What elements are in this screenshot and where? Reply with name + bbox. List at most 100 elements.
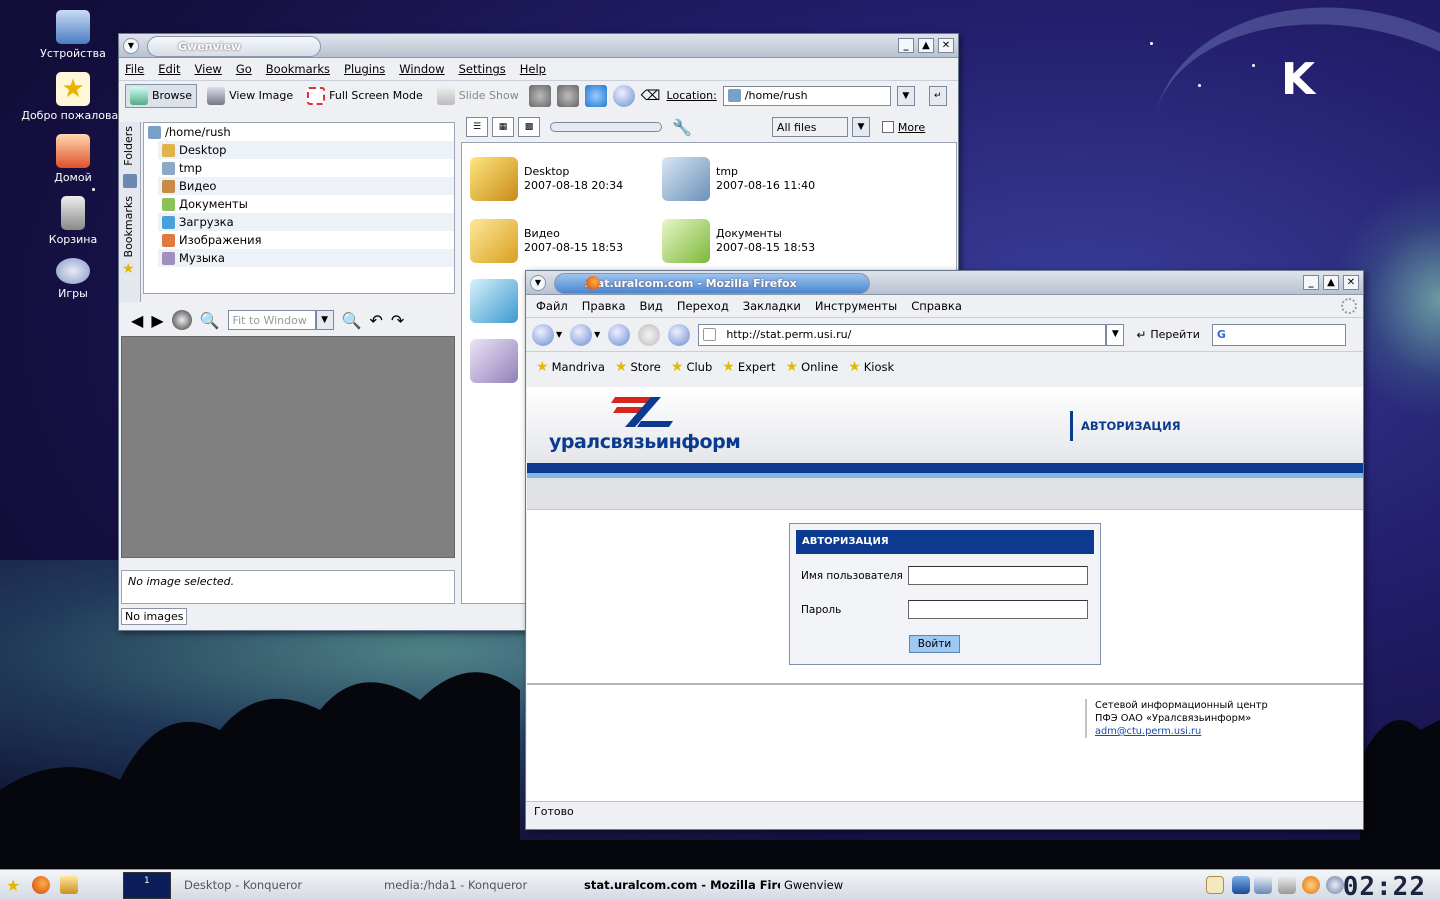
menu-view[interactable]: Вид [640, 299, 663, 313]
tab-folders[interactable]: Folders [119, 122, 138, 170]
bookmark-online[interactable]: ★ Online [786, 359, 839, 375]
forward-history-dropdown[interactable]: ▼ [594, 330, 600, 339]
desktop-icon-games[interactable]: Игры [18, 258, 128, 300]
minimize-button[interactable]: _ [1303, 275, 1319, 290]
menu-file[interactable]: Файл [536, 299, 568, 313]
help-icon[interactable] [1302, 876, 1320, 894]
task-firefox[interactable]: stat.uralcom.com - Mozilla Firefo [584, 878, 780, 892]
tree-item[interactable]: tmp [158, 159, 454, 177]
location-input[interactable]: /home/rush [722, 85, 891, 106]
list-view-icon[interactable]: ☰ [466, 117, 488, 137]
file-item[interactable]: tmp 2007-08-16 11:40 [662, 157, 815, 201]
more-checkbox[interactable] [881, 121, 894, 133]
desktop-icon-trash[interactable]: Корзина [18, 196, 128, 246]
tree-root[interactable]: /home/rush [144, 123, 454, 141]
tab-bookmarks[interactable]: Bookmarks [119, 192, 138, 261]
file-filter-dropdown[interactable]: ▼ [851, 117, 870, 137]
minimize-button[interactable]: _ [898, 38, 914, 53]
file-item[interactable] [470, 339, 518, 383]
task-media-konqueror[interactable]: media:/hda1 - Konqueror [384, 878, 527, 892]
stop-icon[interactable] [638, 323, 661, 346]
thumbnail-size-slider[interactable] [550, 122, 662, 132]
tree-item[interactable]: Документы [158, 195, 454, 213]
task-gwenview[interactable]: Gwenview [784, 878, 843, 892]
window-menu-button[interactable]: ▼ [123, 38, 139, 54]
reload-icon[interactable] [608, 323, 631, 346]
up-arrow-icon[interactable] [584, 84, 607, 107]
maximize-button[interactable]: ▲ [1323, 275, 1339, 290]
firefox-titlebar[interactable]: ▼ stat.uralcom.com - Mozilla Firefox _ ▲… [526, 271, 1363, 295]
home-icon[interactable] [668, 323, 691, 346]
tree-item[interactable]: Изображения [158, 231, 454, 249]
view-image-button[interactable]: View Image [203, 85, 297, 107]
footer-email-link[interactable]: adm@ctu.perm.usi.ru [1095, 725, 1268, 738]
thumbnail-view-icon[interactable]: ▩ [518, 117, 540, 137]
bookmark-mandriva[interactable]: ★ Mandriva [536, 359, 605, 375]
tree-item[interactable]: Desktop [158, 141, 454, 159]
kmenu-star-icon[interactable]: ★ [6, 876, 20, 895]
network-icon[interactable] [1254, 876, 1272, 894]
menu-go[interactable]: Go [236, 62, 252, 76]
desktop-icon-home[interactable]: Домой [18, 134, 128, 184]
menu-settings[interactable]: Settings [459, 62, 506, 76]
task-desktop-konqueror[interactable]: Desktop - Konqueror [184, 878, 302, 892]
bookmark-store[interactable]: ★ Store [615, 359, 661, 375]
password-input[interactable] [908, 600, 1088, 619]
menu-file[interactable]: File [125, 62, 144, 76]
bookmark-club[interactable]: ★ Club [671, 359, 712, 375]
menu-edit[interactable]: Правка [582, 299, 626, 313]
zoom-mode-select[interactable]: Fit to Window [227, 310, 316, 330]
previous-icon[interactable]: ◀ [131, 311, 143, 330]
file-item[interactable] [470, 279, 518, 323]
detail-view-icon[interactable]: ▦ [492, 117, 514, 137]
menu-help[interactable]: Help [520, 62, 546, 76]
menu-bookmarks[interactable]: Bookmarks [266, 62, 330, 76]
next-icon[interactable]: ▶ [151, 311, 163, 330]
location-dropdown-button[interactable]: ▼ [896, 85, 915, 106]
maximize-button[interactable]: ▲ [918, 38, 934, 53]
desktop-icon-devices[interactable]: Устройства [18, 10, 128, 60]
window-menu-button[interactable]: ▼ [530, 275, 546, 291]
bookmark-kiosk[interactable]: ★ Kiosk [848, 359, 894, 375]
clear-location-icon[interactable]: ⌫ [641, 88, 661, 104]
menu-go[interactable]: Переход [677, 299, 729, 313]
menu-edit[interactable]: Edit [158, 62, 180, 76]
zoom-in-icon[interactable]: 🔍 [200, 311, 220, 330]
forward-arrow-icon[interactable] [556, 84, 579, 107]
go-button[interactable]: ↵ Перейти [1132, 326, 1204, 344]
file-filter-select[interactable]: All files [771, 117, 848, 137]
bookmark-expert[interactable]: ★ Expert [722, 359, 775, 375]
menu-window[interactable]: Window [399, 62, 444, 76]
browse-button[interactable]: Browse [125, 83, 198, 108]
zoom-out-icon[interactable]: 🔍 [342, 311, 362, 330]
back-icon[interactable] [532, 323, 554, 346]
menu-plugins[interactable]: Plugins [344, 62, 385, 76]
url-dropdown-button[interactable]: ▼ [1106, 323, 1125, 346]
tree-item[interactable]: Музыка [158, 249, 454, 267]
settings-tray-icon[interactable] [1278, 876, 1296, 894]
tree-item[interactable]: Загрузка [158, 213, 454, 231]
rotate-left-icon[interactable]: ↶ [369, 311, 382, 330]
updater-icon[interactable] [1326, 876, 1344, 894]
back-arrow-icon[interactable] [528, 84, 551, 107]
tree-item[interactable]: Видео [158, 177, 454, 195]
close-button[interactable]: ✕ [938, 38, 954, 53]
search-input[interactable]: G [1211, 323, 1346, 346]
login-button[interactable]: Войти [909, 635, 960, 653]
menu-help[interactable]: Справка [911, 299, 962, 313]
file-item[interactable]: Видео 2007-08-15 18:53 [470, 219, 623, 263]
gwenview-titlebar[interactable]: ▼ Gwenview _ ▲ ✕ [119, 34, 958, 58]
full-screen-button[interactable]: Full Screen Mode [303, 85, 427, 107]
slide-show-button[interactable]: Slide Show [433, 85, 523, 107]
desktop-pager[interactable]: 1 [123, 872, 171, 899]
konqueror-launcher-icon[interactable] [60, 876, 78, 894]
reload-icon[interactable] [171, 310, 192, 330]
location-go-button[interactable]: ↵ [928, 85, 947, 106]
menu-view[interactable]: View [195, 62, 222, 76]
wrench-icon[interactable]: 🔧 [672, 118, 692, 137]
url-input[interactable]: http://stat.perm.usi.ru/ [698, 323, 1107, 346]
zoom-mode-dropdown[interactable]: ▼ [315, 310, 334, 330]
username-input[interactable] [908, 566, 1088, 585]
menu-tools[interactable]: Инструменты [815, 299, 897, 313]
home-nav-icon[interactable] [612, 84, 635, 107]
